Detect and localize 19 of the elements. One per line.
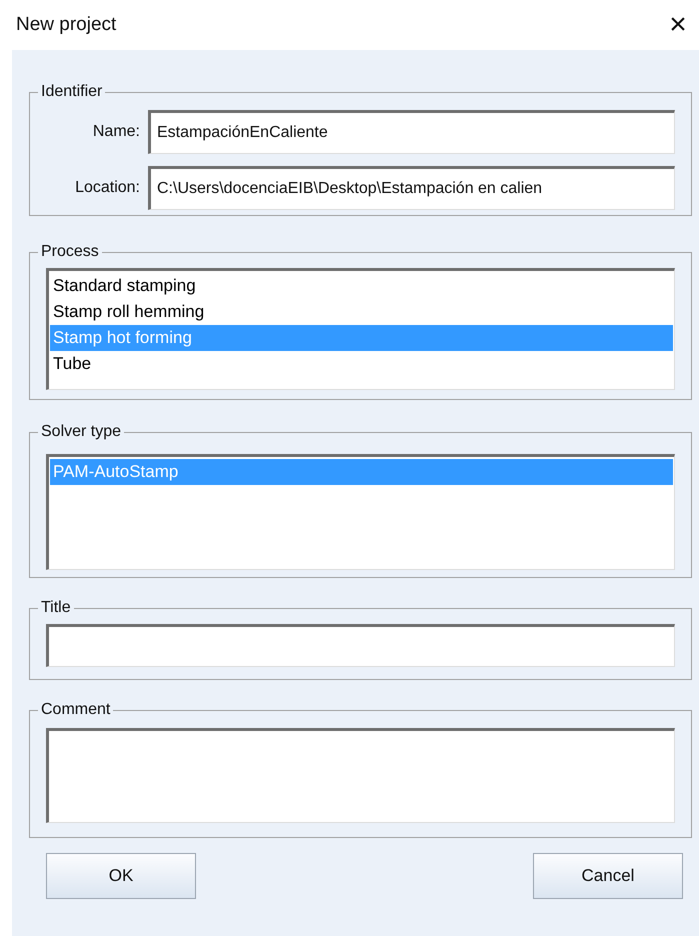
group-label: Title — [40, 598, 72, 618]
list-item[interactable]: Tube — [50, 351, 673, 377]
comment-field[interactable] — [46, 728, 675, 823]
group-label: Comment — [40, 700, 112, 720]
window-title: New project — [16, 12, 116, 37]
text-field[interactable]: C:\Users\docenciaEIB\Desktop\Estampación en calien — [148, 166, 675, 210]
list-item[interactable]: Standard stamping — [50, 273, 673, 299]
group-label: Process — [40, 242, 100, 262]
field-label: Name: — [92, 122, 140, 142]
cancel-button[interactable]: Cancel — [533, 853, 683, 899]
process-list[interactable]: Standard stamping Stamp roll hemming Stamp hot forming Tube — [46, 268, 675, 390]
list-item[interactable]: Stamp roll hemming — [50, 299, 673, 325]
ok-button[interactable]: OK — [46, 853, 196, 899]
close-button[interactable]: × — [663, 10, 693, 40]
text-field[interactable]: EstampaciónEnCaliente — [148, 110, 675, 154]
title-field[interactable] — [46, 624, 675, 667]
field-label: Location: — [74, 178, 140, 198]
group-label: Identifier — [40, 82, 104, 102]
group-label: Solver type — [40, 422, 122, 442]
